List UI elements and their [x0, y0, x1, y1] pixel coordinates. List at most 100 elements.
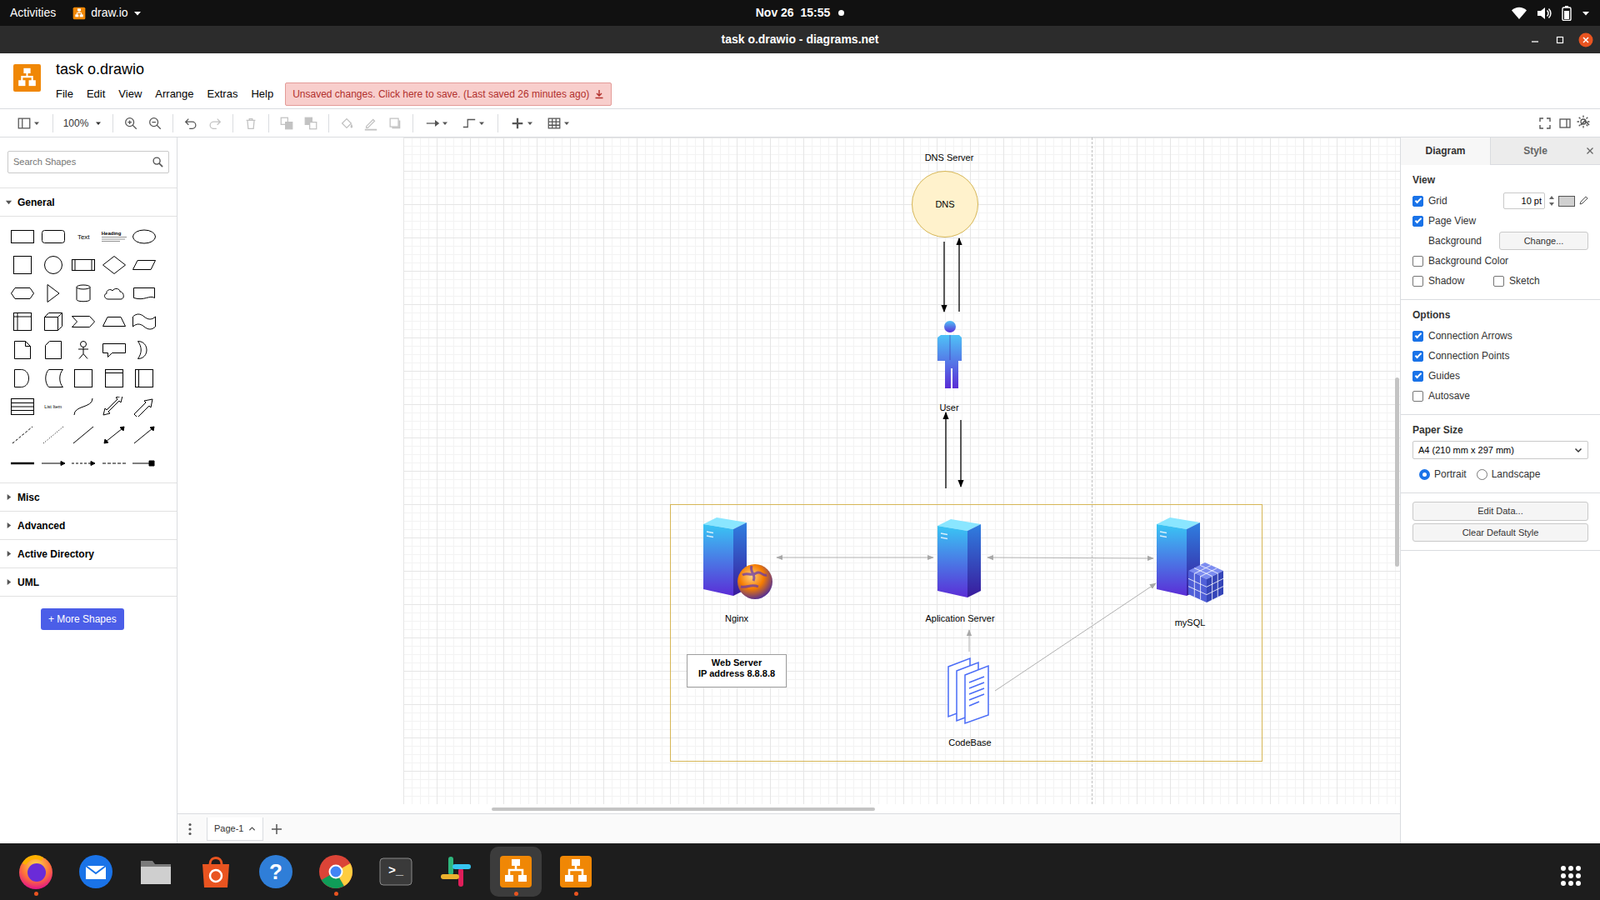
shape-item[interactable]	[99, 250, 130, 280]
shape-item[interactable]	[38, 420, 70, 450]
format-button[interactable]	[10, 111, 47, 135]
orientation-option[interactable]: Landscape	[1476, 466, 1541, 482]
shape-item[interactable]	[99, 279, 130, 308]
connector-line[interactable]	[969, 630, 970, 652]
shape-item[interactable]	[68, 449, 100, 478]
connector-line[interactable]	[776, 557, 934, 559]
node-label[interactable]: User	[878, 401, 1020, 414]
shape-item[interactable]	[7, 392, 39, 421]
connector-line[interactable]	[987, 557, 1154, 559]
file-name[interactable]: task o.drawio	[55, 60, 612, 79]
connector-line[interactable]	[958, 238, 960, 312]
menu-item[interactable]: Help	[244, 83, 280, 105]
add-page-icon[interactable]	[270, 822, 284, 836]
grid-color-swatch[interactable]	[1558, 195, 1575, 207]
shape-item[interactable]	[68, 279, 100, 308]
panel-tab[interactable]: Diagram	[1400, 137, 1490, 165]
node-label[interactable]: Aplication Server	[889, 612, 1031, 625]
shape-item[interactable]	[99, 307, 130, 336]
sidebar-section[interactable]: Advanced	[0, 510, 177, 540]
shape-item[interactable]	[99, 335, 130, 365]
menu-item[interactable]: View	[111, 83, 149, 105]
shape-item[interactable]	[129, 364, 160, 393]
sidebar-section[interactable]: Misc	[0, 482, 177, 512]
shape-item[interactable]	[7, 307, 39, 336]
maximize-icon[interactable]	[1553, 33, 1567, 47]
orientation-option[interactable]: Portrait	[1419, 466, 1467, 482]
shape-item[interactable]	[7, 364, 39, 393]
shape-item[interactable]	[129, 392, 160, 421]
chrome-launcher[interactable]	[310, 846, 362, 897]
grid-checkbox[interactable]	[1412, 195, 1424, 207]
user-node[interactable]	[934, 320, 965, 392]
fill-button[interactable]	[334, 111, 359, 135]
shape-item[interactable]: Heading	[99, 222, 130, 251]
connection-button[interactable]	[418, 111, 455, 135]
menu-item[interactable]: Extras	[200, 83, 245, 105]
connector-line[interactable]	[945, 412, 946, 489]
save-banner[interactable]: Unsaved changes. Click here to save. (La…	[285, 82, 612, 106]
shape-item[interactable]	[129, 307, 160, 336]
sketch-checkbox[interactable]	[1493, 275, 1505, 287]
fullscreen-icon[interactable]	[1538, 116, 1552, 130]
shape-item[interactable]	[38, 449, 70, 478]
paper-size-select[interactable]: A4 (210 mm x 297 mm)	[1412, 440, 1589, 460]
vertical-scrollbar[interactable]	[1395, 377, 1400, 567]
zoom-out-button[interactable]	[142, 111, 167, 135]
redo-button[interactable]	[202, 111, 227, 135]
pages-menu-icon[interactable]	[180, 820, 200, 838]
option-checkbox[interactable]	[1412, 390, 1424, 402]
page-tab[interactable]: Page-1	[206, 817, 264, 841]
insert-button[interactable]	[503, 111, 540, 135]
change-background-button[interactable]: Change...	[1499, 231, 1589, 251]
shape-item[interactable]	[68, 364, 100, 393]
shape-item[interactable]	[68, 250, 100, 280]
dns-node[interactable]: DNS	[911, 170, 979, 238]
spinner-icon[interactable]	[1548, 194, 1555, 208]
drawio-launcher[interactable]	[550, 846, 602, 897]
node-label[interactable]: CodeBase	[899, 736, 1041, 749]
firefox-launcher[interactable]	[10, 846, 62, 897]
format-panel-icon[interactable]	[1558, 116, 1572, 130]
shape-item[interactable]	[99, 392, 130, 421]
background-color-checkbox[interactable]	[1412, 255, 1424, 267]
node-label[interactable]: mySQL	[1119, 616, 1261, 629]
web-server-node[interactable]	[701, 514, 774, 601]
shape-item[interactable]	[38, 335, 70, 365]
show-applications-icon[interactable]	[1560, 865, 1582, 887]
shape-item[interactable]	[7, 449, 39, 478]
option-checkbox[interactable]	[1412, 330, 1424, 342]
background-color-option[interactable]: Background Color	[1412, 250, 1589, 271]
page-view-option[interactable]: Page View	[1412, 210, 1589, 231]
orientation-radio[interactable]	[1476, 469, 1488, 480]
connector-line[interactable]	[995, 583, 1156, 691]
line-button[interactable]	[358, 111, 383, 135]
search-input[interactable]	[13, 155, 150, 170]
waypoints-button[interactable]	[455, 111, 492, 135]
option-row[interactable]: Autosave	[1412, 385, 1589, 406]
shadow-option[interactable]: Shadow	[1412, 273, 1489, 289]
option-row[interactable]: Guides	[1412, 365, 1589, 386]
app-server-node[interactable]	[935, 515, 983, 600]
codebase-node[interactable]	[946, 656, 992, 725]
option-checkbox[interactable]	[1412, 370, 1424, 382]
shape-item[interactable]	[129, 279, 160, 308]
clock[interactable]: Nov 26 15:55	[755, 4, 845, 22]
sketch-option[interactable]: Sketch	[1493, 273, 1540, 289]
connector-line[interactable]	[960, 420, 961, 487]
option-row[interactable]: Connection Points	[1412, 345, 1589, 366]
zoom-in-button[interactable]	[118, 111, 143, 135]
node-title[interactable]: DNS Server	[878, 151, 1020, 164]
shape-item[interactable]	[7, 222, 39, 251]
help-launcher[interactable]: ?	[250, 846, 302, 897]
thunderbird-launcher[interactable]	[70, 846, 122, 897]
shape-item[interactable]	[129, 222, 160, 251]
terminal-launcher[interactable]: >_	[370, 846, 422, 897]
system-tray[interactable]	[844, 5, 1590, 21]
shape-item[interactable]	[129, 335, 160, 365]
table-button[interactable]	[540, 111, 577, 135]
software-launcher[interactable]	[190, 846, 242, 897]
sidebar-section[interactable]: General	[0, 187, 177, 217]
panel-button[interactable]: Edit Data...	[1412, 501, 1589, 521]
shadow-checkbox[interactable]	[1412, 275, 1424, 287]
